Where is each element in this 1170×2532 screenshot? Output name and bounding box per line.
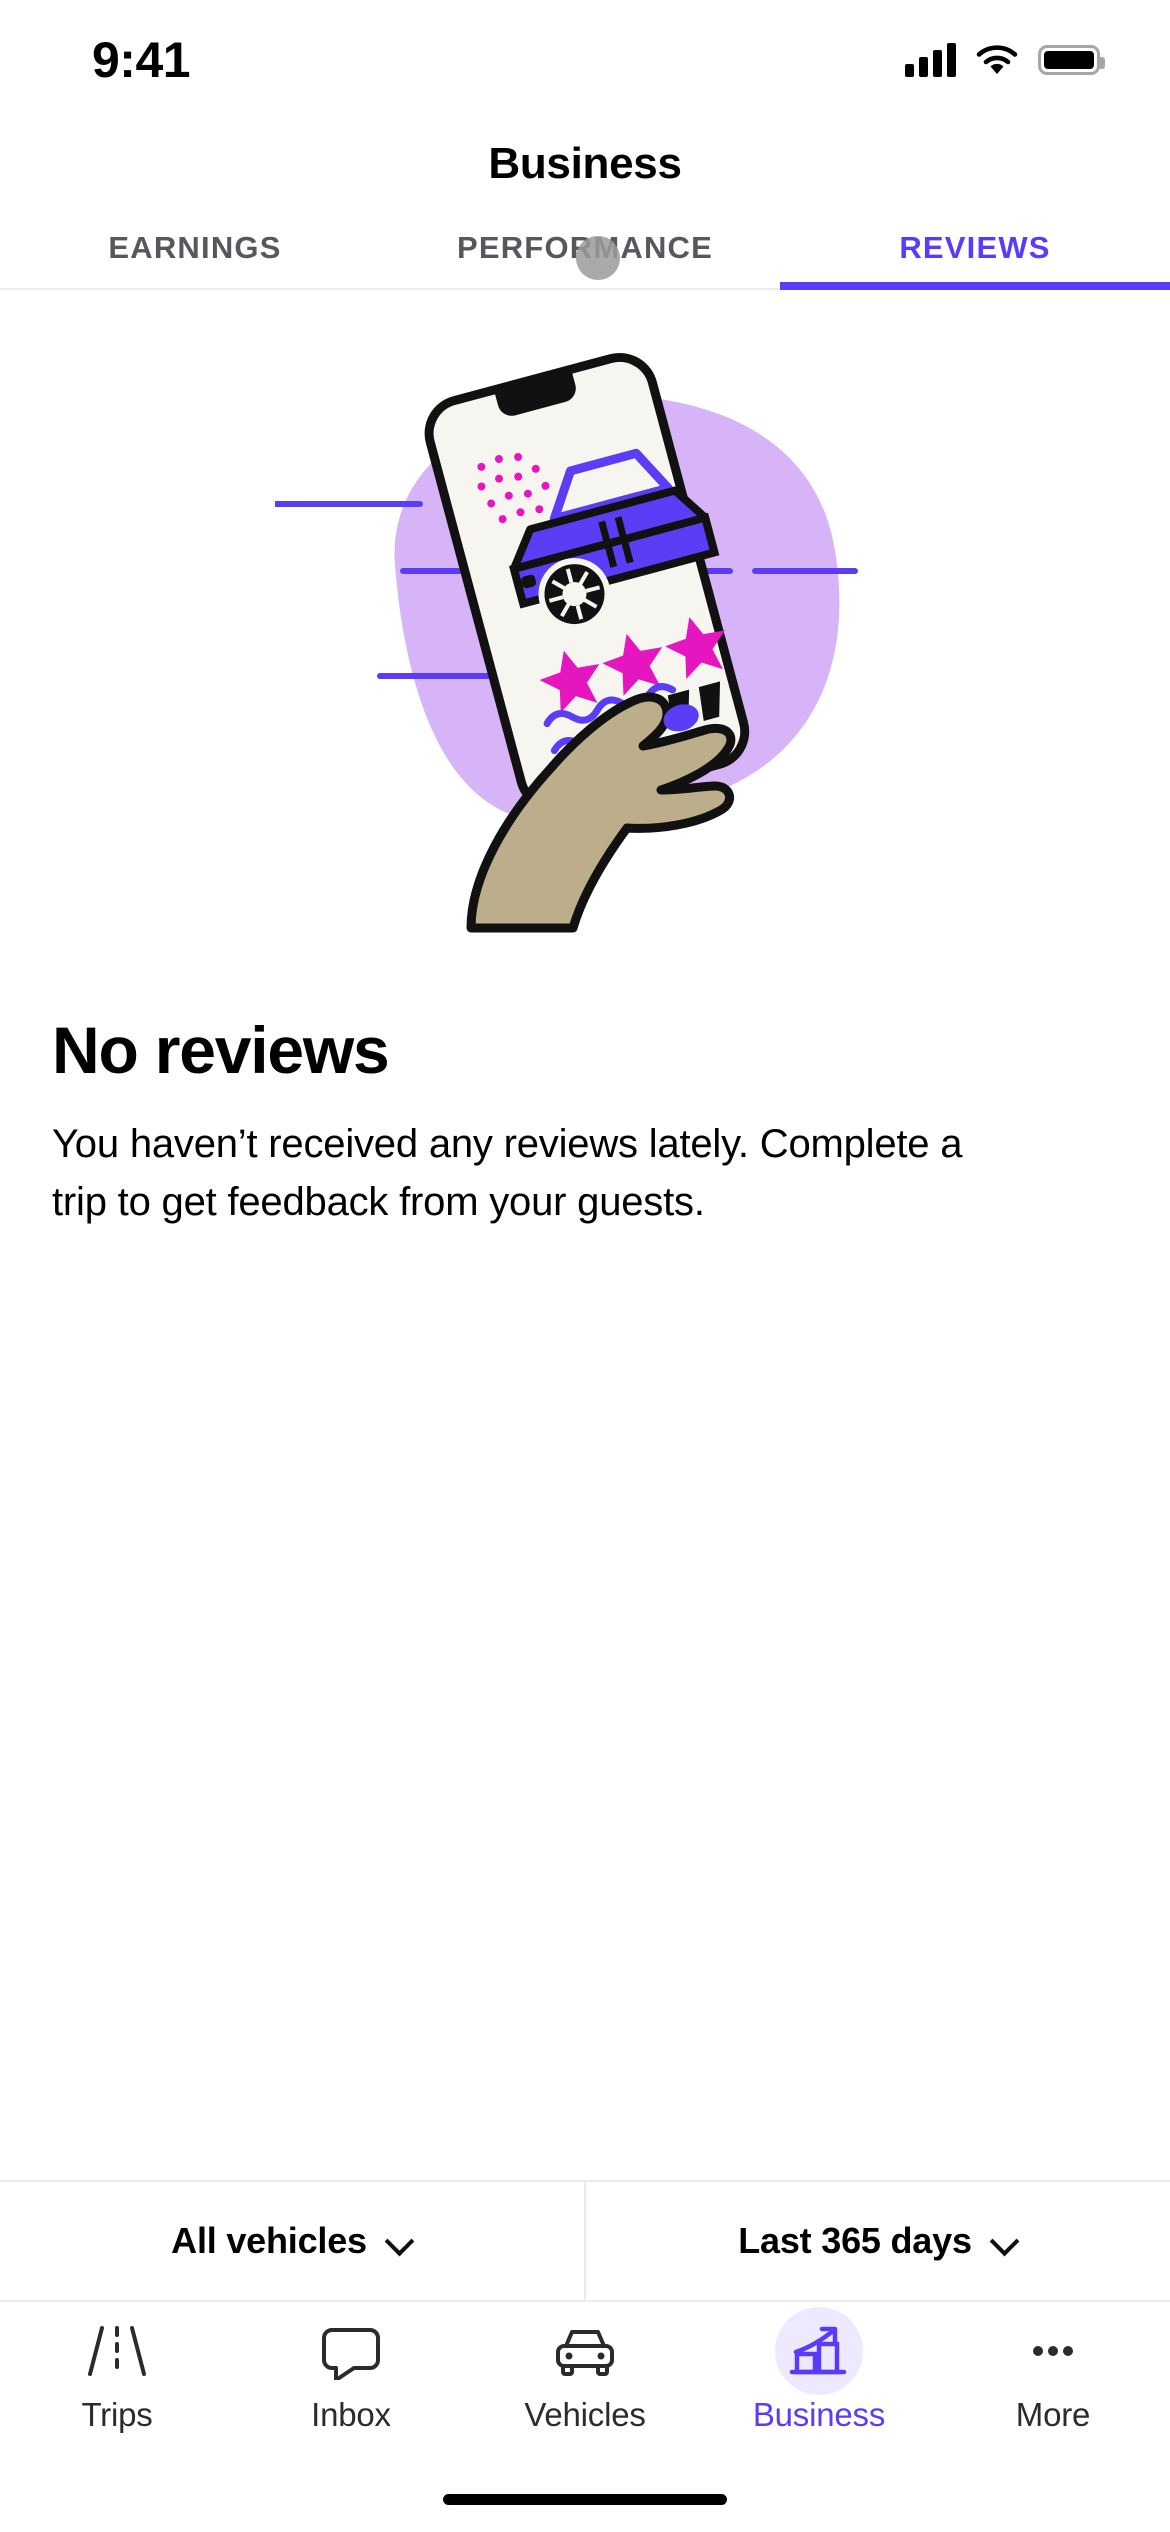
bottom-navigation: Trips Inbox Vehicles Business More bbox=[0, 2300, 1170, 2490]
battery-icon bbox=[1038, 45, 1105, 75]
nav-item-inbox[interactable]: Inbox bbox=[234, 2320, 468, 2490]
nav-label-vehicles: Vehicles bbox=[524, 2396, 646, 2433]
vehicle-filter-button[interactable]: All vehicles bbox=[0, 2182, 584, 2300]
nav-item-more[interactable]: More bbox=[936, 2320, 1170, 2490]
tab-bar: EARNINGS PERFORMANCE REVIEWS bbox=[0, 208, 1170, 290]
vehicle-filter-label: All vehicles bbox=[171, 2220, 367, 2261]
wifi-icon bbox=[976, 45, 1018, 74]
tab-performance[interactable]: PERFORMANCE bbox=[390, 208, 780, 288]
ellipsis-icon bbox=[1015, 2320, 1091, 2382]
empty-state-text: No reviews You haven’t received any revi… bbox=[0, 956, 1170, 1231]
date-range-filter-button[interactable]: Last 365 days bbox=[584, 2182, 1170, 2300]
nav-label-business: Business bbox=[752, 2396, 886, 2433]
filter-bar: All vehicles Last 365 days bbox=[0, 2180, 1170, 2300]
status-bar: 9:41 bbox=[0, 0, 1170, 120]
empty-state-title: No reviews bbox=[52, 1013, 390, 1087]
nav-item-business[interactable]: Business bbox=[702, 2307, 936, 2490]
hand-holding-phone-review-illustration bbox=[275, 352, 858, 933]
empty-state-illustration-wrap bbox=[0, 296, 1170, 956]
app-screen: 9:41 Business EARNINGS PERFORMANCE REVIE… bbox=[0, 0, 1170, 2532]
bar-chart-growth-icon bbox=[775, 2307, 863, 2395]
page-title: Business bbox=[488, 139, 682, 188]
nav-label-more: More bbox=[1015, 2396, 1091, 2433]
cellular-signal-icon bbox=[905, 43, 956, 77]
nav-label-inbox: Inbox bbox=[311, 2396, 391, 2433]
reviews-panel: No reviews You haven’t received any revi… bbox=[0, 290, 1170, 2180]
nav-bar: Business bbox=[0, 120, 1170, 208]
road-icon bbox=[79, 2320, 155, 2382]
speech-bubble-icon bbox=[313, 2320, 389, 2382]
car-icon bbox=[547, 2320, 623, 2382]
chevron-down-icon bbox=[387, 2228, 413, 2254]
home-indicator bbox=[0, 2490, 1170, 2532]
status-indicators bbox=[905, 43, 1105, 77]
date-range-filter-label: Last 365 days bbox=[738, 2220, 972, 2261]
nav-label-trips: Trips bbox=[81, 2396, 153, 2433]
chevron-down-icon bbox=[992, 2228, 1018, 2254]
nav-item-vehicles[interactable]: Vehicles bbox=[468, 2320, 702, 2490]
nav-item-trips[interactable]: Trips bbox=[0, 2320, 234, 2490]
tab-reviews[interactable]: REVIEWS bbox=[780, 208, 1170, 290]
status-time: 9:41 bbox=[92, 32, 191, 88]
empty-state-body: You haven’t received any reviews lately.… bbox=[52, 1122, 963, 1225]
tab-earnings[interactable]: EARNINGS bbox=[0, 208, 390, 288]
